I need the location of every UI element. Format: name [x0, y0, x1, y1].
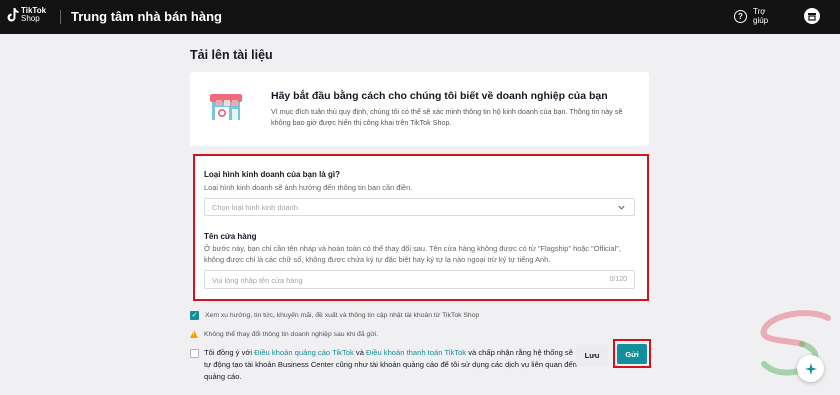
business-info-form: Loại hình kinh doanh của bạn là gì? Loại… [193, 154, 649, 301]
assistant-floating-button[interactable] [797, 355, 824, 382]
subscribe-checkbox[interactable]: ✓ [190, 311, 199, 320]
agreement-prefix: Tôi đồng ý với [204, 348, 255, 357]
submit-button[interactable]: Gửi [617, 344, 647, 364]
agreement-checkbox[interactable] [190, 349, 199, 358]
agreement-text: Tôi đồng ý với Điều khoản quảng cáo TikT… [204, 347, 578, 383]
chevron-down-icon [618, 205, 625, 210]
tiktok-payment-terms-link[interactable]: Điều khoản thanh toán TikTok [366, 348, 466, 357]
top-navigation-bar: TikTok Shop Trung tâm nhà bán hàng ? Trợ… [0, 0, 840, 34]
shop-name-placeholder: Vui lòng nhập tên cửa hàng [212, 276, 303, 285]
intro-title: Hãy bắt đầu bằng cách cho chúng tôi biết… [271, 90, 608, 102]
sparkle-icon [804, 362, 817, 375]
warning-icon [190, 330, 198, 338]
page-title: Tải lên tài liệu [190, 48, 273, 62]
subscribe-text: Xem xu hướng, tin tức, khuyến mãi, đề xu… [205, 312, 480, 319]
watermark-logo-icon [760, 310, 831, 376]
business-type-label: Loại hình kinh doanh của bạn là gì? [204, 170, 341, 179]
business-type-select[interactable]: Chọn loại hình kinh doanh [204, 198, 635, 216]
topbar-divider [60, 10, 61, 24]
app-title: Trung tâm nhà bán hàng [71, 9, 222, 24]
shop-illustration-icon [210, 94, 242, 120]
shop-name-char-counter: 0/120 [609, 276, 627, 283]
save-button[interactable]: Lưu [576, 345, 608, 366]
shop-name-label: Tên cửa hàng [204, 232, 257, 241]
business-type-hint: Loại hình kinh doanh sẽ ảnh hưởng đến th… [204, 183, 413, 192]
business-type-placeholder: Chọn loại hình kinh doanh [212, 203, 298, 212]
agreement-middle: và [353, 348, 367, 357]
question-circle-icon: ? [734, 9, 747, 23]
tiktok-shop-logo[interactable]: TikTok Shop [7, 7, 46, 23]
logo-text-shop: Shop [21, 14, 40, 23]
warning-notice: Không thể thay đổi thông tin doanh nghiệ… [190, 330, 378, 338]
help-label: Trợ giúp [753, 7, 769, 25]
intro-description: Vì mục đích tuân thủ quy định, chúng tôi… [271, 107, 623, 127]
subscribe-option[interactable]: ✓ Xem xu hướng, tin tức, khuyến mãi, đề … [190, 311, 479, 320]
store-icon [808, 13, 816, 21]
store-menu-button[interactable] [804, 8, 820, 24]
warning-text: Không thể thay đổi thông tin doanh nghiệ… [204, 330, 379, 338]
tiktok-ads-terms-link[interactable]: Điều khoản quảng cáo TikTok [254, 348, 354, 357]
shop-name-hint: Ở bước này, bạn chỉ cần tên nháp và hoàn… [204, 244, 621, 264]
tiktok-logo-icon [7, 8, 19, 22]
intro-card: Hãy bắt đầu bằng cách cho chúng tôi biết… [190, 72, 649, 146]
help-button[interactable]: ? Trợ giúp [734, 7, 771, 25]
shop-name-input[interactable]: Vui lòng nhập tên cửa hàng 0/120 [204, 270, 635, 289]
